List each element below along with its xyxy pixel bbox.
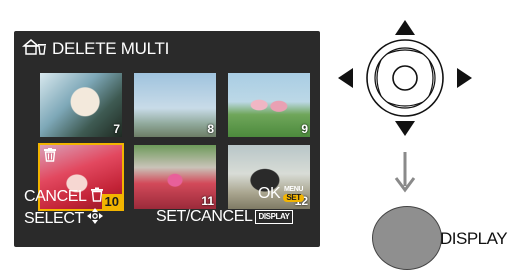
left-arrow-icon[interactable]	[338, 68, 353, 88]
down-arrow-icon[interactable]	[395, 121, 415, 136]
menu-badge-bottom: SET	[283, 194, 304, 202]
display-button-label: DISPLAY	[440, 229, 508, 248]
thumbnail-11[interactable]: 11	[132, 143, 218, 211]
thumbnail-number: 9	[301, 122, 308, 136]
four-way-arrows-icon	[86, 208, 103, 229]
thumbnail-9[interactable]: 9	[226, 71, 312, 139]
delete-trash-icon	[21, 38, 48, 61]
thumbnail-7[interactable]: 7	[38, 71, 124, 139]
photo-portrait	[40, 73, 122, 137]
display-button[interactable]	[372, 206, 442, 270]
directional-pad[interactable]	[336, 18, 474, 138]
thumbnail-number: 8	[207, 122, 214, 136]
center-button-icon[interactable]	[392, 65, 418, 91]
trash-icon	[90, 187, 104, 207]
display-tag: DISPLAY	[255, 210, 293, 224]
thumbnail-number: 11	[201, 194, 214, 208]
up-arrow-icon[interactable]	[395, 20, 415, 35]
thumbnail-number: 7	[113, 122, 120, 136]
screen-header: DELETE MULTI	[21, 38, 169, 61]
thumbnail-number: 10	[101, 194, 122, 209]
press-down-arrow-icon	[393, 152, 417, 199]
cancel-hint: CANCEL	[24, 187, 104, 207]
ok-hint: OK MENU SET	[258, 185, 304, 203]
set-cancel-hint: SET/CANCEL DISPLAY	[156, 208, 293, 226]
set-cancel-label: SET/CANCEL	[156, 208, 253, 225]
photo-girls-field	[228, 73, 310, 137]
thumbnail-8[interactable]: 8	[132, 71, 218, 139]
camera-lcd-screen: DELETE MULTI 7 8 9 10 11 12	[14, 31, 320, 247]
menu-set-badge: MENU SET	[283, 186, 304, 202]
photo-sky	[134, 73, 216, 137]
page-title: DELETE MULTI	[52, 39, 169, 58]
cancel-label: CANCEL	[24, 188, 87, 205]
right-arrow-icon[interactable]	[457, 68, 472, 88]
select-label: SELECT	[24, 209, 84, 227]
select-hint: SELECT	[24, 208, 103, 229]
delete-mark-icon	[43, 148, 57, 167]
ok-label: OK	[258, 185, 281, 202]
